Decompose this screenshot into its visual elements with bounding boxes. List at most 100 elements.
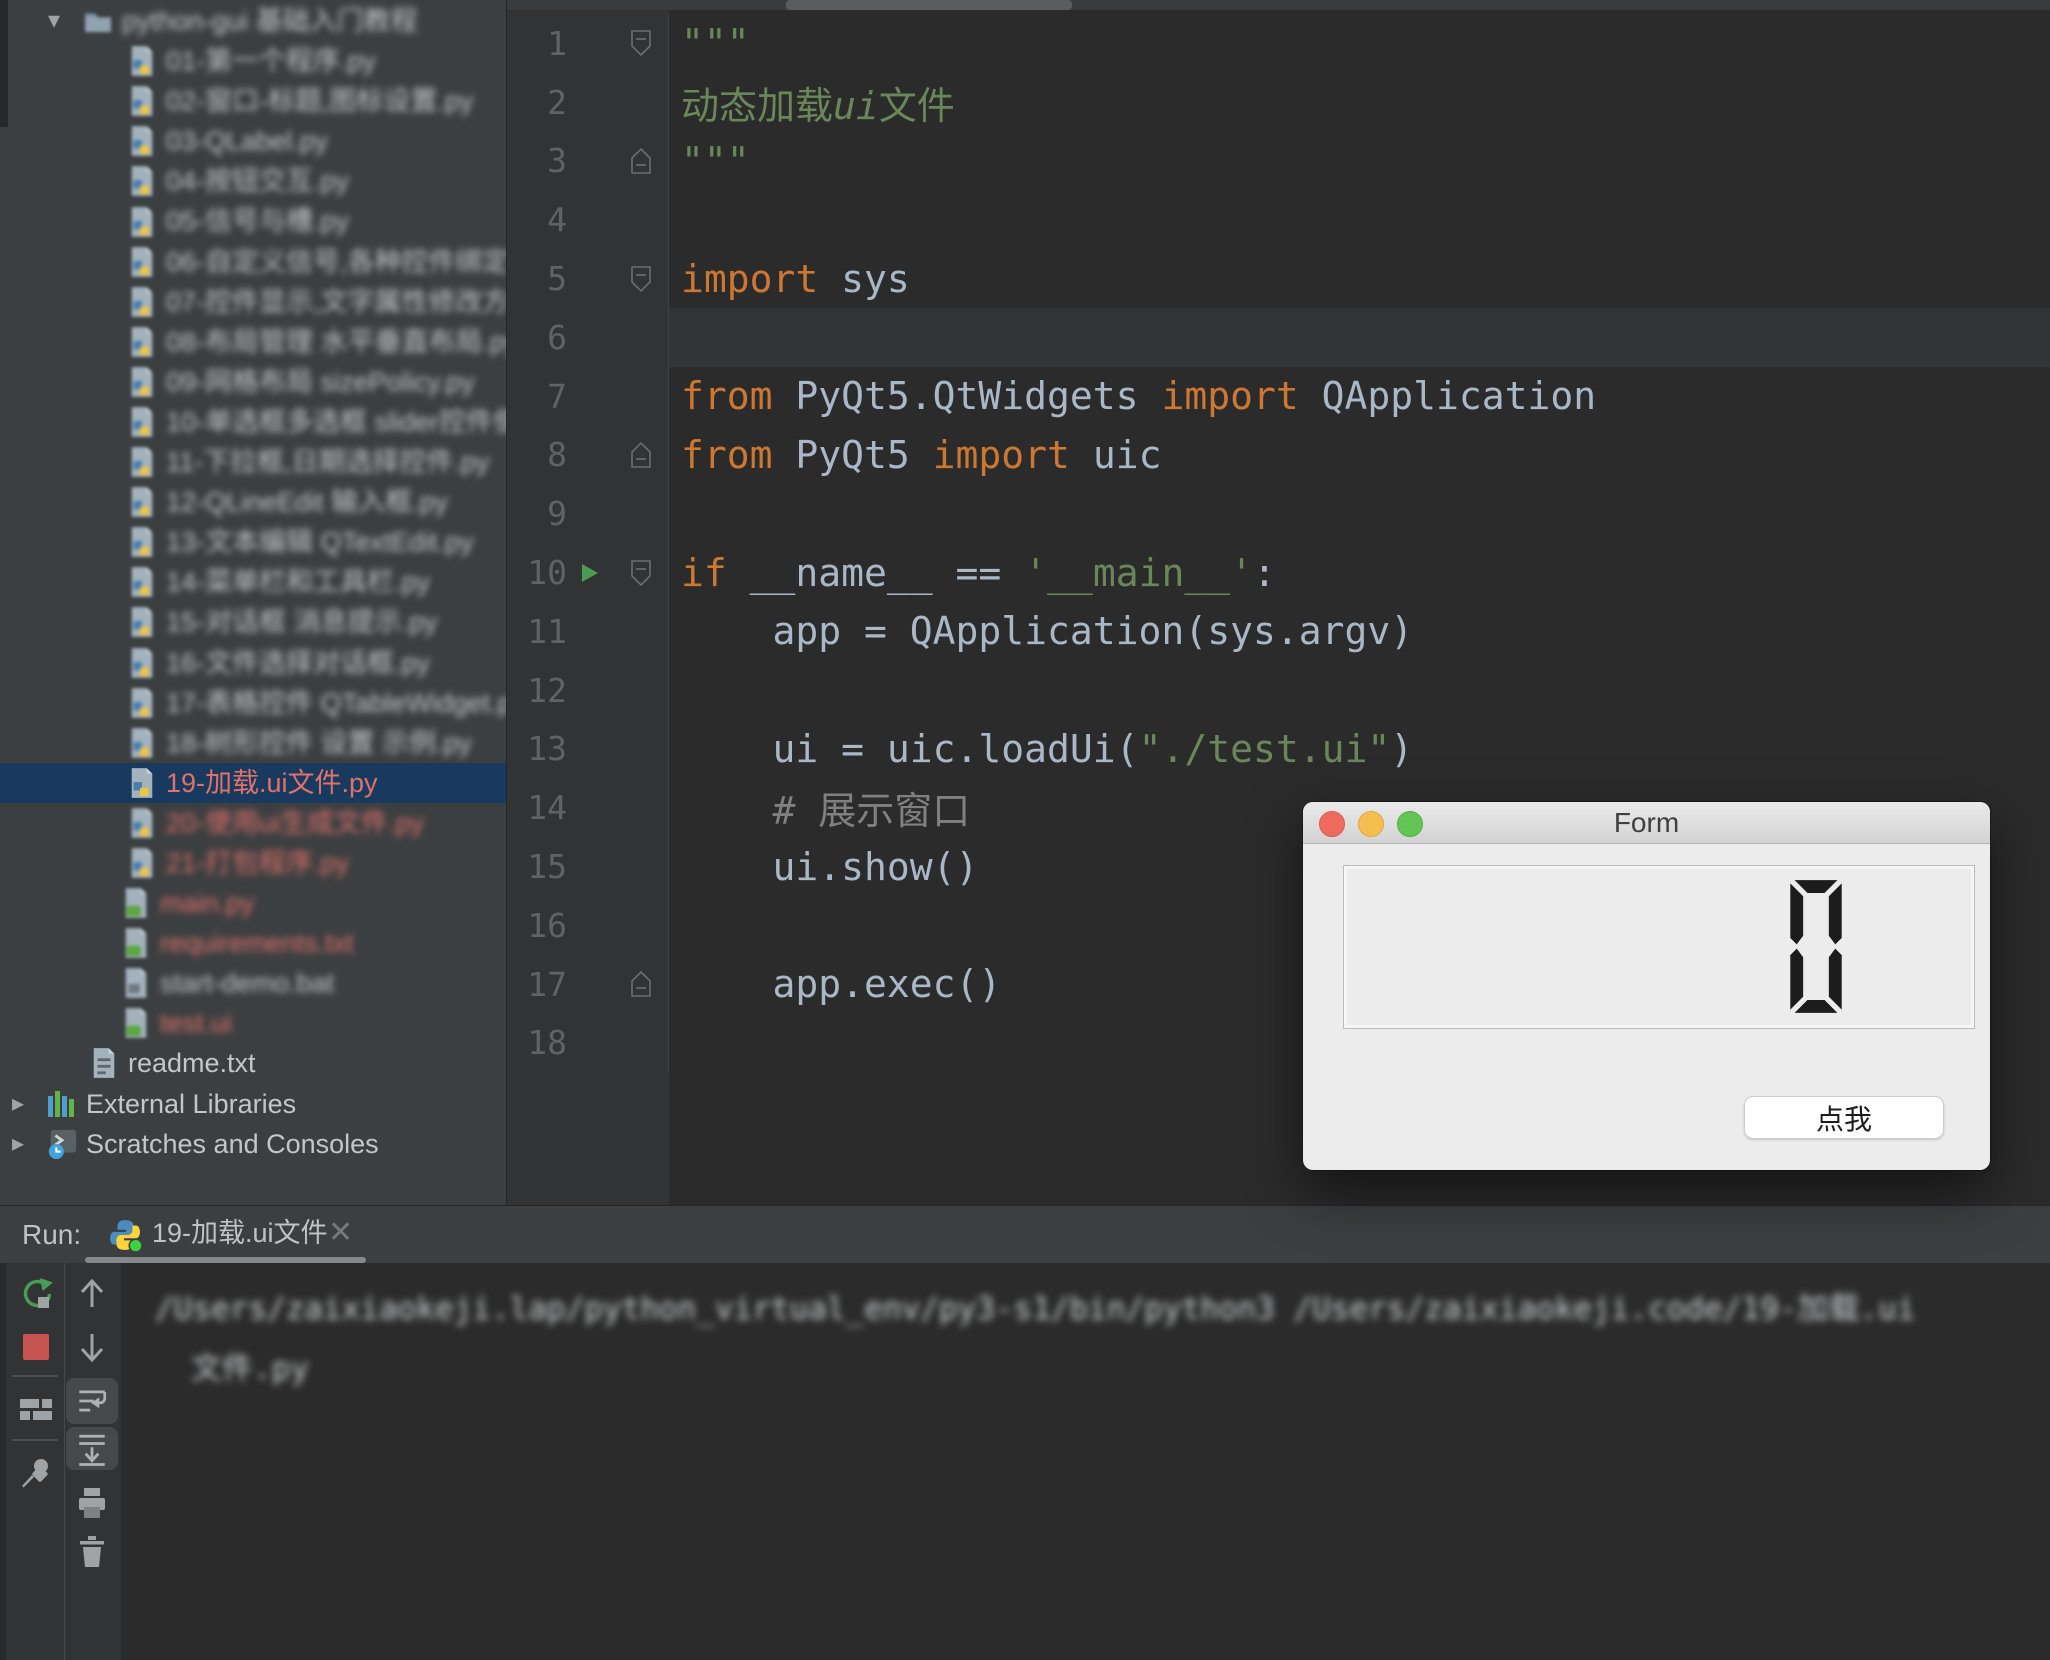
qt-form-window[interactable]: Form 点我 (1303, 802, 1990, 1170)
fold-marker-icon[interactable] (613, 543, 669, 602)
line-number: 16 (527, 905, 567, 945)
expand-arrow-icon[interactable]: ▸ (12, 1091, 24, 1116)
down-stacktrace-button[interactable] (74, 1329, 110, 1365)
py-icon (126, 325, 158, 359)
project-tree-panel[interactable]: ▾ python-gui 基础入门教程 01-第一个程序.py 02-窗口-标题,图标… (0, 0, 506, 1205)
code-line-10[interactable]: 10 if __name__ == '__main__': (507, 543, 2050, 602)
code-line-7[interactable]: 7 from PyQt5.QtWidgets import QApplicatio… (507, 366, 2050, 426)
tree-item-label: 20-使用ui生成文件.py (166, 807, 425, 838)
tree-item[interactable]: ▾ python-gui 基础入门教程 (0, 1, 506, 41)
tree-item[interactable]: 10-单选框多选框 slider控件使用 (0, 402, 506, 442)
code-line-11[interactable]: 11 app = QApplication(sys.argv) (507, 601, 2050, 661)
fold-marker-icon[interactable] (613, 131, 669, 191)
soft-wrap-toggle[interactable] (66, 1378, 118, 1424)
tree-item-label: 11-下拉框,日期选择控件.py (166, 447, 490, 478)
expand-arrow-icon[interactable]: ▸ (12, 1131, 24, 1156)
scroll-to-end-toggle[interactable] (66, 1427, 118, 1470)
code-line-5[interactable]: 5 import sys (507, 249, 2050, 308)
code-line-13[interactable]: 13 ui = uic.loadUi("./test.ui") (507, 719, 2050, 779)
tree-item[interactable]: 04-按钮交互.py (0, 161, 506, 201)
tree-item-selected[interactable]: 19-加载.ui文件.py (0, 762, 506, 803)
tree-item[interactable]: 20-使用ui生成文件.py (0, 803, 506, 843)
tree-item[interactable]: 13-文本编辑 QTextEdit.py (0, 522, 506, 562)
console-line: 文件.py (191, 1351, 309, 1387)
gutter-fold-space (613, 778, 669, 838)
clear-all-trash-icon[interactable] (74, 1534, 110, 1570)
gutter-fold-space (613, 307, 669, 367)
tree-item[interactable]: 02-窗口-标题,图标设置.py (0, 81, 506, 121)
tree-item[interactable]: start-demo.bat (0, 963, 506, 1003)
tree-item-label: python-gui 基础入门教程 (122, 6, 418, 36)
folder-icon (82, 4, 114, 38)
tree-item[interactable]: 09-网格布局 sizePolicy.py (0, 362, 506, 402)
code-line-4[interactable]: 4 (507, 190, 2050, 250)
tree-item[interactable]: requirements.txt (0, 923, 506, 963)
pin-tab-icon[interactable] (18, 1455, 54, 1491)
fold-marker-icon[interactable] (613, 249, 669, 308)
console-line: /Users/zaixiaokeji.lap/python_virtual_en… (155, 1291, 1916, 1327)
print-icon[interactable] (74, 1485, 110, 1521)
run-line-button[interactable] (567, 562, 613, 584)
line-number: 4 (547, 200, 567, 240)
code-text: app = QApplication(sys.argv) (681, 609, 1414, 654)
py-icon (126, 445, 158, 479)
tree-item[interactable]: 14-菜单栏和工具栏.py (0, 562, 506, 602)
tree-item[interactable]: 21-打包程序.py (0, 843, 506, 883)
tree-item[interactable]: 08-布局管理 水平垂直布局.py (0, 322, 506, 362)
tree-item[interactable]: 01-第一个程序.py (0, 41, 506, 81)
tree-item[interactable]: 16-文件选择对话框.py (0, 643, 506, 683)
code-line-6[interactable]: 6 (507, 307, 2050, 367)
tree-item[interactable]: 05-信号与槽.py (0, 201, 506, 241)
collapse-arrow-icon[interactable]: ▾ (48, 9, 60, 33)
gutter-fold-space (613, 660, 669, 720)
click-me-button[interactable]: 点我 (1744, 1096, 1944, 1139)
tool-stripe (0, 1263, 6, 1660)
toolbar-separator (12, 1439, 58, 1441)
code-line-12[interactable]: 12 (507, 660, 2050, 720)
tree-item[interactable]: main.py (0, 883, 506, 923)
run-header: Run: 19-加载.ui文件 ✕ (0, 1206, 2050, 1263)
tree-item[interactable]: 07-控件显示,文字属性修改方法 (0, 282, 506, 322)
tree-item[interactable]: readme.txt (0, 1043, 506, 1083)
editor-hscrollbar-thumb[interactable] (786, 0, 1072, 10)
close-tab-icon[interactable]: ✕ (328, 1206, 353, 1260)
code-line-1[interactable]: 1 """ (507, 14, 2050, 73)
tree-item[interactable]: 17-表格控件 QTableWidget.py (0, 683, 506, 723)
fold-marker-icon[interactable] (613, 14, 669, 73)
tree-item[interactable]: 15-对话框 消息提示.py (0, 602, 506, 642)
tree-item-label: 08-布局管理 水平垂直布局.py (166, 326, 506, 357)
tree-item-label: 14-菜单栏和工具栏.py (166, 567, 431, 598)
line-number: 11 (527, 611, 567, 651)
code-line-8[interactable]: 8 from PyQt5 import uic (507, 425, 2050, 485)
fold-marker-icon[interactable] (613, 954, 669, 1014)
tree-item[interactable]: test.ui (0, 1003, 506, 1043)
run-tab-label[interactable]: 19-加载.ui文件 (152, 1206, 328, 1260)
editor-hscrollbar-track[interactable] (507, 0, 2050, 10)
code-line-9[interactable]: 9 (507, 484, 2050, 544)
tree-item[interactable]: 03-QLabel.py (0, 121, 506, 161)
rerun-button[interactable] (18, 1276, 54, 1312)
tree-item[interactable]: 12-QLineEdit 输入框.py (0, 482, 506, 522)
gutter-fold-space (613, 719, 669, 779)
greenfile-icon (120, 1006, 152, 1040)
tree-item-label: 18-树形控件 设置 示例.py (166, 727, 473, 758)
fold-marker-icon[interactable] (613, 425, 669, 485)
libs-icon (46, 1087, 78, 1121)
tree-item[interactable]: ▸ External Libraries (0, 1084, 506, 1124)
tree-item[interactable]: 06-自定义信号,各种控件绑定 (0, 242, 506, 282)
py-icon (126, 485, 158, 519)
tree-item[interactable]: ▸ Scratches and Consoles (0, 1124, 506, 1164)
gutter-fold-space (613, 601, 669, 661)
form-titlebar[interactable]: Form (1303, 802, 1990, 844)
tree-item[interactable]: 11-下拉框,日期选择控件.py (0, 442, 506, 482)
lcd-digit-zero (1790, 880, 1842, 1013)
stop-button[interactable] (18, 1329, 54, 1365)
tree-item[interactable]: 18-树形控件 设置 示例.py (0, 723, 506, 763)
toolbar-divider (64, 1263, 65, 1660)
code-line-3[interactable]: 3 """ (507, 131, 2050, 191)
py-icon (126, 686, 158, 720)
code-line-2[interactable]: 2 动态加载ui文件 (507, 72, 2050, 132)
up-stacktrace-button[interactable] (74, 1276, 110, 1312)
form-window-title: Form (1613, 807, 1680, 838)
restore-layout-button[interactable] (18, 1391, 54, 1427)
